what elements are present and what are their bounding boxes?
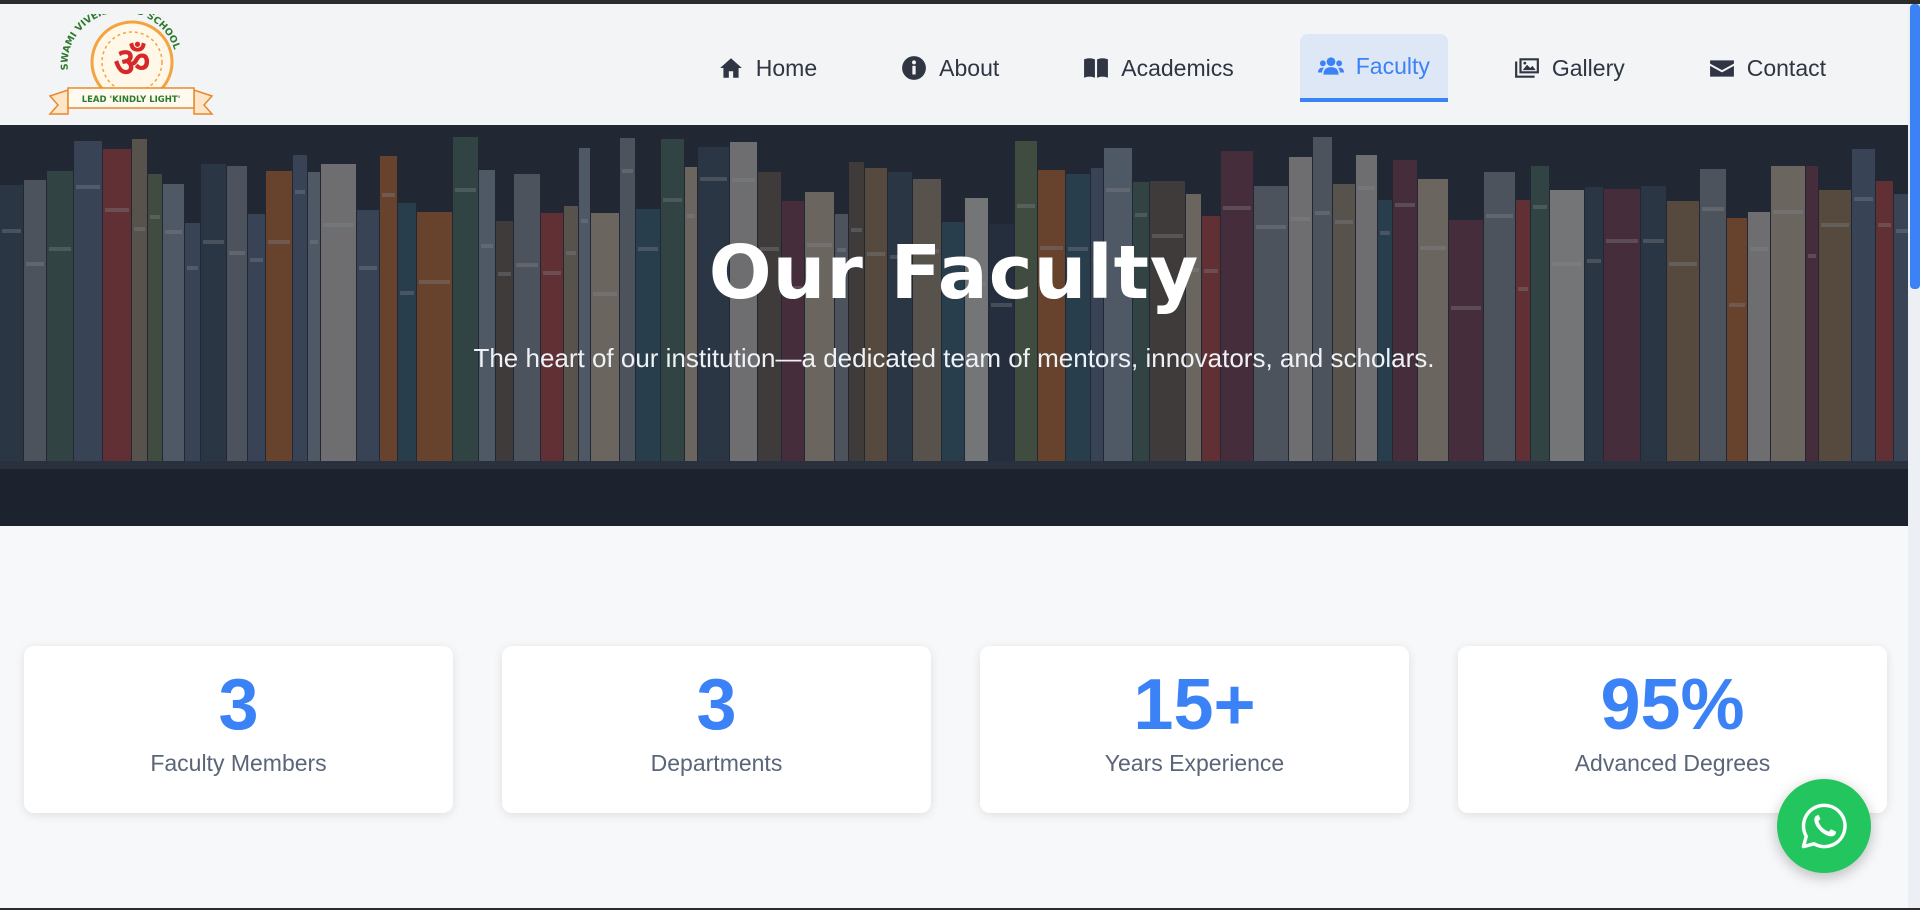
page-title: Our Faculty xyxy=(708,230,1200,316)
logo-motto: LEAD 'KINDLY LIGHT' xyxy=(82,95,181,105)
nav-item-home[interactable]: Home xyxy=(700,34,835,102)
nav-label: About xyxy=(939,54,1000,81)
home-icon xyxy=(719,58,742,78)
nav-item-contact[interactable]: Contact xyxy=(1691,34,1844,102)
envelope-icon xyxy=(1709,60,1734,77)
stat-value: 3 xyxy=(218,665,259,745)
whatsapp-icon xyxy=(1801,803,1847,849)
stat-card-faculty-members: 3 Faculty Members xyxy=(24,646,453,813)
svg-text:ॐ: ॐ xyxy=(114,39,150,86)
book-icon xyxy=(1084,58,1109,78)
whatsapp-chat-button[interactable] xyxy=(1777,779,1871,873)
scrollbar-thumb[interactable] xyxy=(1910,4,1920,289)
info-icon xyxy=(902,56,927,80)
images-icon xyxy=(1514,58,1539,78)
stat-card-years-experience: 15+ Years Experience xyxy=(980,646,1409,813)
stat-label: Advanced Degrees xyxy=(1574,749,1771,776)
hero-banner: Our Faculty The heart of our institution… xyxy=(0,125,1908,526)
stat-label: Years Experience xyxy=(1104,749,1285,776)
nav-label: Gallery xyxy=(1551,54,1625,81)
nav-label: Home xyxy=(755,54,818,81)
stat-label: Faculty Members xyxy=(150,749,327,776)
page-subtitle: The heart of our institution—a dedicated… xyxy=(473,343,1435,373)
nav-label: Contact xyxy=(1746,54,1826,81)
stat-label: Departments xyxy=(650,749,783,776)
nav-item-gallery[interactable]: Gallery xyxy=(1496,34,1643,102)
stat-value: 15+ xyxy=(1133,665,1256,745)
nav-label: Faculty xyxy=(1355,52,1430,79)
page-scrollbar[interactable] xyxy=(1908,4,1920,908)
navbar: ॐ SWAMI VIVEKANAND SCHOOL LEAD 'KINDLY L… xyxy=(0,4,1908,125)
main-nav: Home About Academics Faculty Gallery Con… xyxy=(700,34,1908,106)
stat-card-departments: 3 Departments xyxy=(502,646,931,813)
users-icon xyxy=(1317,57,1344,75)
stats-row: 3 Faculty Members 3 Departments 15+ Year… xyxy=(24,646,1887,813)
nav-item-academics[interactable]: Academics xyxy=(1065,34,1251,102)
nav-item-faculty[interactable]: Faculty xyxy=(1299,34,1448,102)
nav-item-about[interactable]: About xyxy=(883,34,1017,102)
school-logo[interactable]: ॐ SWAMI VIVEKANAND SCHOOL LEAD 'KINDLY L… xyxy=(46,14,216,118)
hero-overlay xyxy=(0,125,1908,526)
nav-label: Academics xyxy=(1121,54,1234,81)
stat-value: 95% xyxy=(1600,665,1745,745)
stat-value: 3 xyxy=(696,665,737,745)
